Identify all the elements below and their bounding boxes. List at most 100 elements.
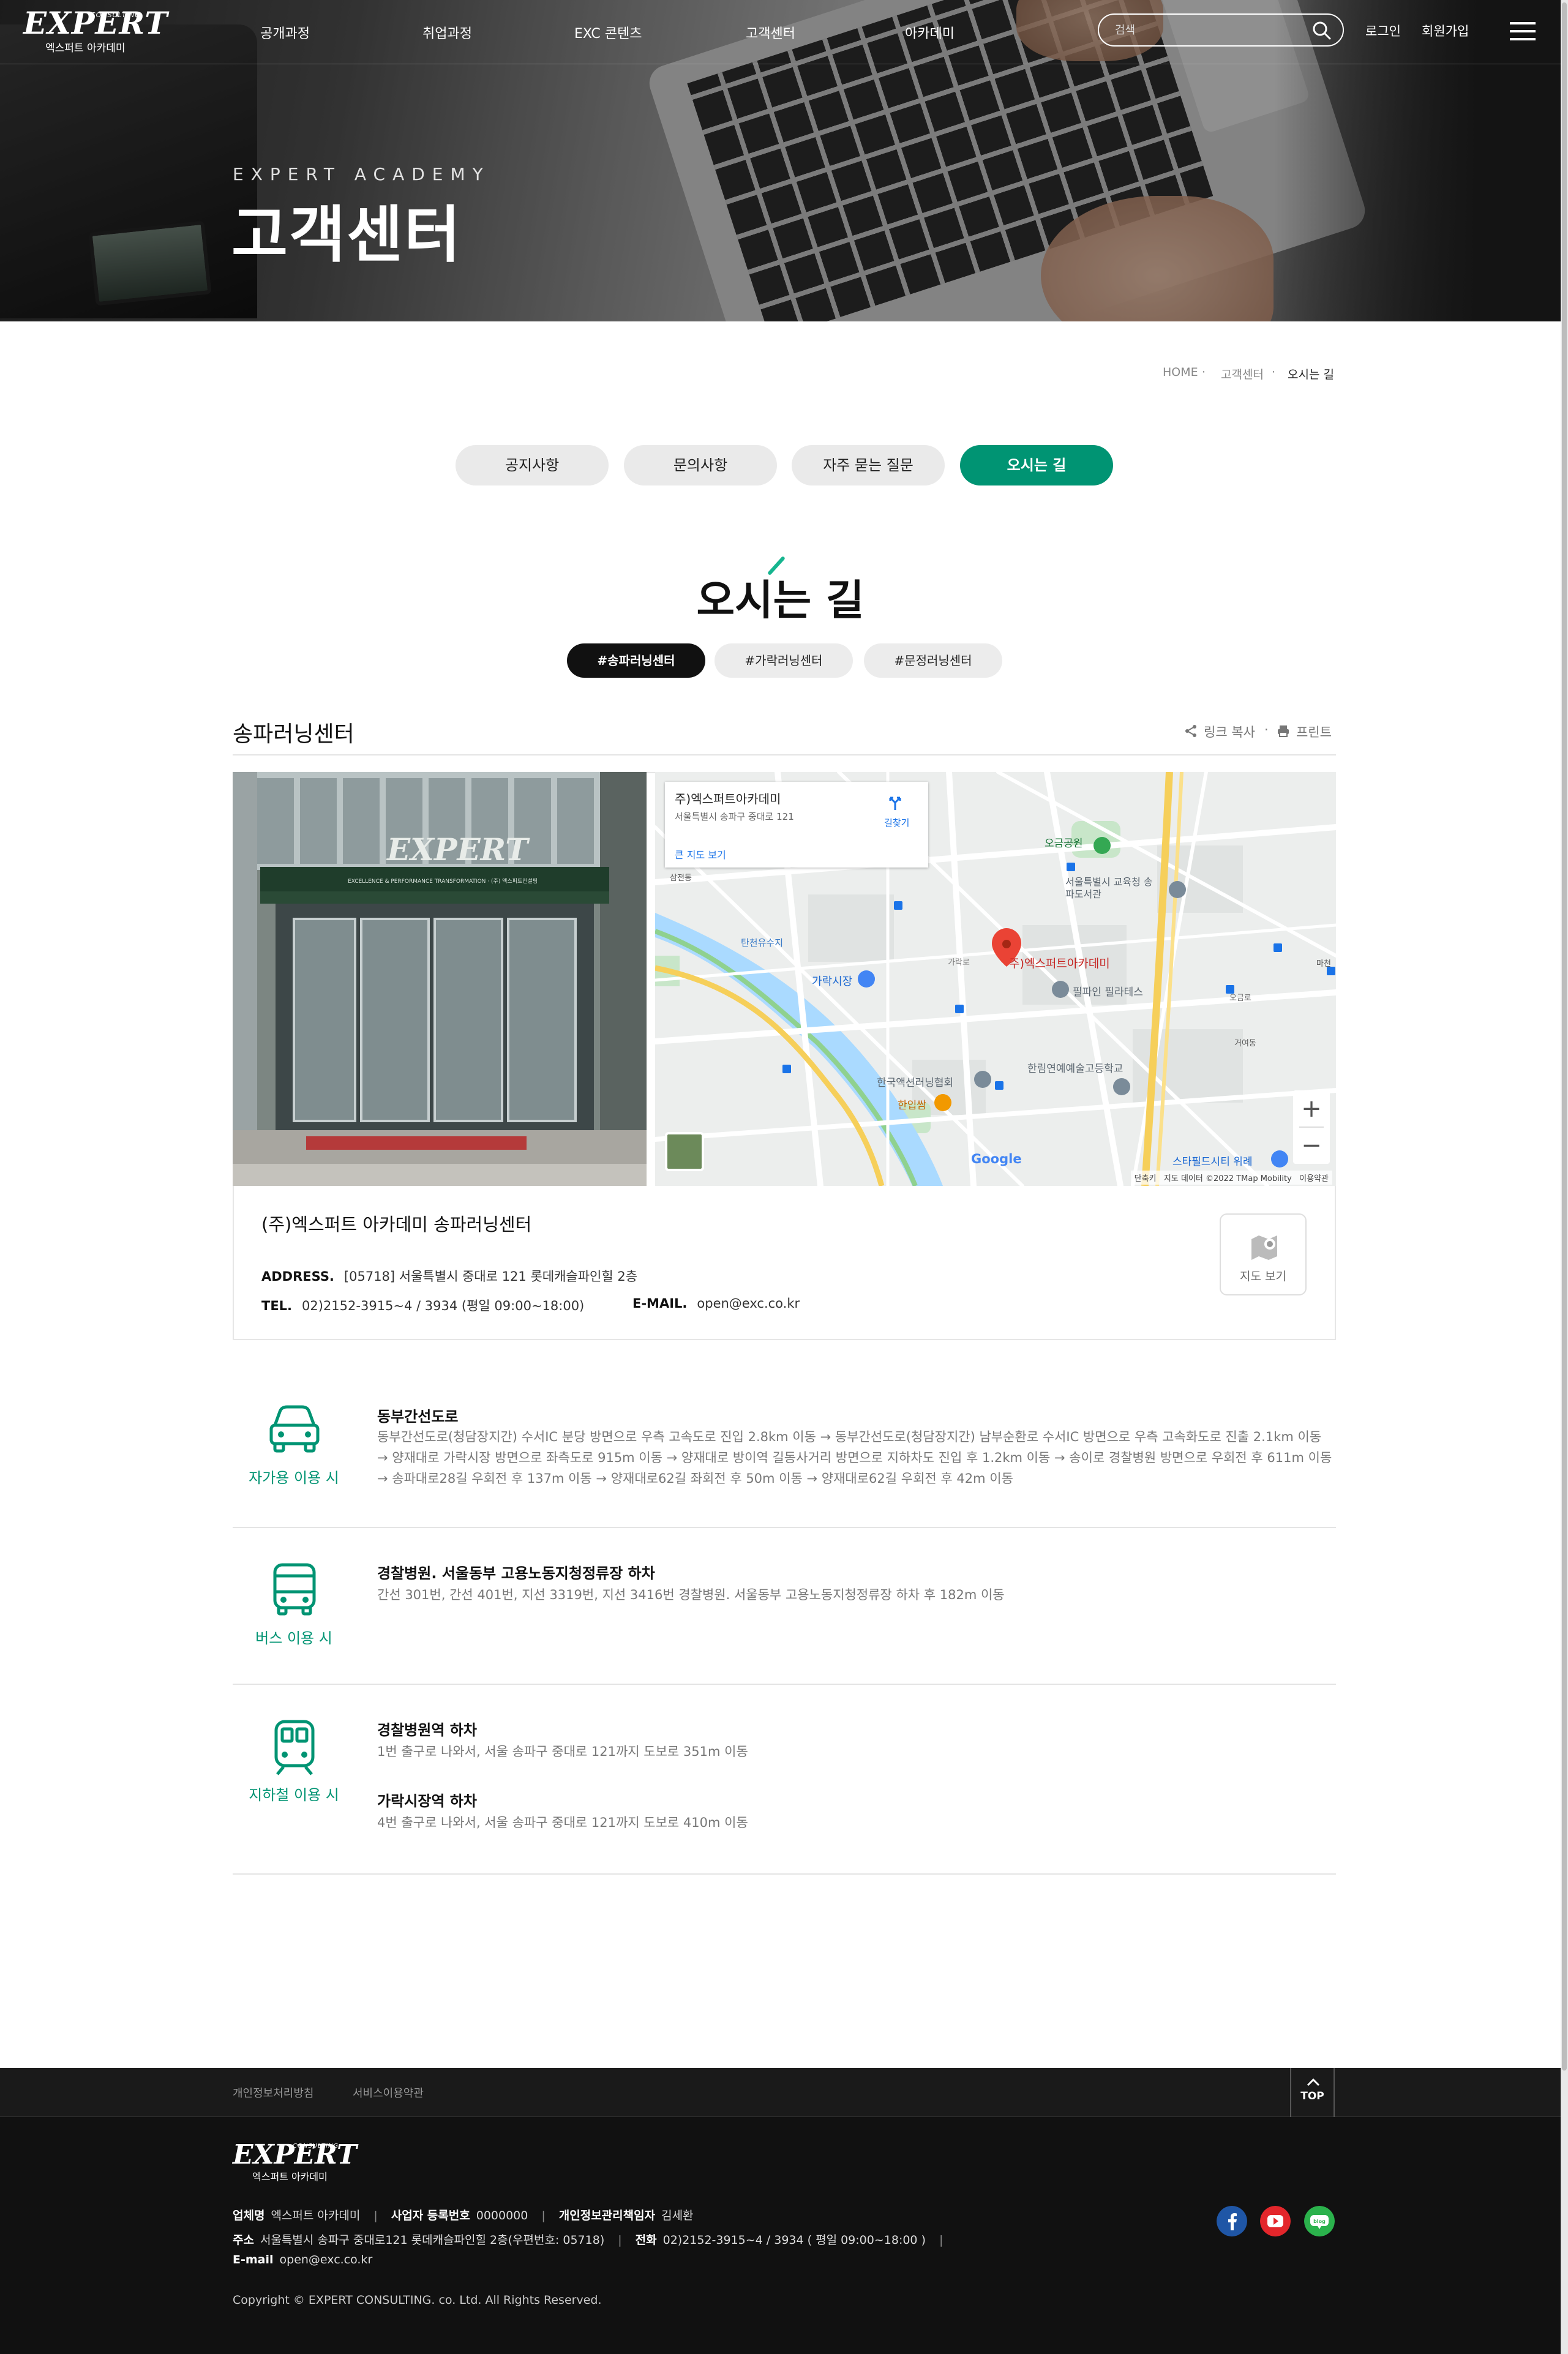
nav-exc-contents[interactable]: EXC 콘텐츠 bbox=[574, 23, 642, 42]
footer-copyright: Copyright © EXPERT CONSULTING. co. Ltd. … bbox=[233, 2293, 602, 2307]
map-copyright: 단축키 지도 데이터 ©2022 TMap Mobility 이용약관 bbox=[1130, 1171, 1332, 1185]
copy-link-button[interactable]: 링크 복사 bbox=[1204, 722, 1255, 741]
map-label: 가락로 bbox=[948, 958, 970, 967]
building-sign-sub: EXCELLENCE & PERFORMANCE TRANSFORMATION … bbox=[348, 879, 538, 885]
print-button[interactable]: 프린트 bbox=[1296, 722, 1332, 741]
google-map[interactable]: 오금공원 서울특별시 교육청 송파도서관 탄천유수지 가락시장 필파인 필라테스… bbox=[655, 772, 1336, 1186]
map-label: 스타필드시티 위례 bbox=[1172, 1156, 1253, 1168]
print-icon[interactable] bbox=[1277, 724, 1290, 738]
breadcrumb-current: 오시는 길 bbox=[1288, 368, 1334, 381]
page-scrollbar[interactable] bbox=[1561, 0, 1568, 2354]
route-description: 1번 출구로 나와서, 서울 송파구 중대로 121까지 도보로 351m 이동 bbox=[377, 1744, 748, 1759]
search-icon[interactable] bbox=[1312, 21, 1332, 40]
search-input[interactable] bbox=[1114, 21, 1297, 39]
center-email[interactable]: open@exc.co.kr bbox=[697, 1296, 800, 1311]
svg-text:blog: blog bbox=[1313, 2219, 1326, 2224]
map-label: 마천 bbox=[1316, 959, 1331, 969]
map-label: 한국액션러닝협회 bbox=[877, 1077, 954, 1089]
page-title: 오시는 길 bbox=[696, 577, 865, 625]
map-pin-icon bbox=[1251, 1235, 1277, 1260]
map-place-card: 주)엑스퍼트아카데미 서울특별시 송파구 중대로 121 큰 지도 보기 길찾기 bbox=[665, 782, 928, 868]
center-tel: 02)2152-3915~4 / 3934 (평일 09:00~18:00) bbox=[302, 1299, 585, 1313]
route-subway: 지하철 이용 시 경찰병원역 하차 1번 출구로 나와서, 서울 송파구 중대로… bbox=[233, 1685, 1336, 1875]
directions-icon[interactable] bbox=[887, 794, 904, 811]
map-label: 가락시장 bbox=[812, 975, 853, 988]
center-address: [05718] 서울특별시 중대로 121 롯데캐슬파인힐 2층 bbox=[343, 1269, 638, 1284]
nav-academy[interactable]: 아카데미 bbox=[905, 23, 955, 42]
join-link[interactable]: 회원가입 bbox=[1422, 21, 1469, 40]
route-bus-label: 버스 이용 시 bbox=[255, 1630, 332, 1647]
footer-company-info: 업체명 엑스퍼트 아카데미 | 사업자 등록번호 0000000 | 개인정보관리책임자 김세… bbox=[233, 2209, 694, 2222]
footer: CONSULTING EXPERT 엑스퍼트 아카데미 업체명 엑스퍼트 아카데미… bbox=[0, 2117, 1561, 2354]
route-title: 동부간선도로 bbox=[377, 1408, 459, 1425]
breadcrumb-customer-center[interactable]: 고객센터 bbox=[1221, 365, 1264, 382]
tab-faq[interactable]: 자주 묻는 질문 bbox=[792, 445, 945, 485]
nav-job-course[interactable]: 취업과정 bbox=[422, 23, 472, 42]
chip-songpa[interactable]: #송파러닝센터 bbox=[567, 643, 705, 678]
top-navigation-bar: CONSULTING EXPERT 엑스퍼트 아카데미 공개과정 취업과정 EX… bbox=[0, 0, 1568, 64]
tab-directions[interactable]: 오시는 길 bbox=[960, 445, 1113, 485]
map-label: 한입쌈 bbox=[898, 1100, 926, 1112]
route-bus: 버스 이용 시 경찰병원. 서울동부 고용노동지청정류장 하차 간선 301번,… bbox=[233, 1528, 1336, 1685]
map-zoom-in-button[interactable]: + bbox=[1293, 1093, 1330, 1125]
chip-garak[interactable]: #가락러닝센터 bbox=[715, 643, 853, 678]
youtube-icon[interactable] bbox=[1260, 2206, 1291, 2236]
map-marker-label[interactable]: 주)엑스퍼트아카데미 bbox=[1009, 954, 1110, 971]
building-photo: EXPERT EXCELLENCE & PERFORMANCE TRANSFOR… bbox=[233, 772, 647, 1186]
google-logo: Google bbox=[971, 1152, 1022, 1166]
scroll-top-button[interactable]: TOP bbox=[1290, 2068, 1335, 2117]
menu-icon[interactable] bbox=[1510, 22, 1536, 40]
site-logo[interactable]: CONSULTING EXPERT 엑스퍼트 아카데미 bbox=[23, 8, 168, 55]
chevron-up-icon bbox=[1307, 2078, 1320, 2086]
privacy-policy-link[interactable]: 개인정보처리방침 bbox=[233, 2085, 313, 2101]
footer-address-info: 주소 서울특별시 송파구 중대로121 롯데캐슬파인힐 2층(우편번호: 0571… bbox=[233, 2233, 943, 2247]
nav-public-course[interactable]: 공개과정 bbox=[260, 23, 310, 42]
map-label: 한림연예예술고등학교 bbox=[1027, 1063, 1123, 1075]
footer-email-info: E-mail open@exc.co.kr bbox=[233, 2253, 373, 2266]
map-large-view-link[interactable]: 큰 지도 보기 bbox=[675, 847, 726, 861]
map-label: 삼전동 bbox=[670, 874, 692, 883]
car-icon bbox=[269, 1405, 320, 1453]
login-link[interactable]: 로그인 bbox=[1365, 21, 1401, 40]
view-map-button[interactable]: 지도 보기 bbox=[1220, 1213, 1307, 1295]
route-title: 경찰병원. 서울동부 고용노동지청정류장 하차 bbox=[377, 1565, 655, 1582]
breadcrumb-home[interactable]: HOME bbox=[1163, 365, 1198, 379]
hero-eng-title: EXPERT ACADEMY bbox=[233, 164, 490, 184]
map-place-address: 서울특별시 송파구 중대로 121 bbox=[675, 811, 794, 822]
route-title: 경찰병원역 하차 bbox=[377, 1722, 477, 1739]
facebook-icon[interactable] bbox=[1217, 2206, 1247, 2236]
section-divider bbox=[233, 754, 1336, 755]
map-directions-button[interactable]: 길찾기 bbox=[884, 816, 909, 829]
map-place-name: 주)엑스퍼트아카데미 bbox=[675, 792, 781, 806]
blog-icon[interactable]: blog bbox=[1304, 2206, 1335, 2236]
center-name: (주)엑스퍼트 아카데미 송파러닝센터 bbox=[261, 1214, 532, 1235]
map-zoom-out-button[interactable]: − bbox=[1293, 1130, 1330, 1161]
tab-notice[interactable]: 공지사항 bbox=[456, 445, 609, 485]
route-car: 자가용 이용 시 동부간선도로 동부간선도로(청담장지간) 수서IC 분당 방면… bbox=[233, 1368, 1336, 1528]
subway-icon bbox=[274, 1720, 315, 1775]
map-label: 필파인 필라테스 bbox=[1073, 986, 1143, 999]
tab-inquiry[interactable]: 문의사항 bbox=[624, 445, 777, 485]
map-label: 서울특별시 교육청 송파도서관 bbox=[1065, 876, 1153, 900]
route-subway-label: 지하철 이용 시 bbox=[249, 1786, 339, 1804]
bus-icon bbox=[273, 1563, 316, 1616]
route-title: 가락시장역 하차 bbox=[377, 1793, 477, 1810]
map-layer-toggle[interactable] bbox=[666, 1133, 703, 1170]
terms-link[interactable]: 서비스이용약관 bbox=[353, 2085, 424, 2101]
map-label: 거여동 bbox=[1234, 1039, 1256, 1048]
hero-banner: CONSULTING EXPERT 엑스퍼트 아카데미 공개과정 취업과정 EX… bbox=[0, 0, 1568, 321]
map-label: 오금로 bbox=[1229, 994, 1251, 1003]
route-description: 간선 301번, 간선 401번, 지선 3319번, 지선 3416번 경찰병… bbox=[377, 1587, 1005, 1602]
chip-munjeong[interactable]: #문정러닝센터 bbox=[864, 643, 1002, 678]
building-sign: EXPERT bbox=[387, 831, 528, 868]
route-description: 4번 출구로 나와서, 서울 송파구 중대로 121까지 도보로 410m 이동 bbox=[377, 1815, 748, 1830]
hero-title: 고객센터 bbox=[231, 199, 462, 271]
route-description: 동부간선도로(청담장지간) 수서IC 분당 방면으로 우측 고속도로 진입 2.… bbox=[377, 1430, 1332, 1486]
map-label: 오금공원 bbox=[1045, 838, 1083, 850]
search-box bbox=[1098, 13, 1344, 47]
section-title: 송파러닝센터 bbox=[233, 722, 354, 747]
footer-logo: CONSULTING EXPERT 엑스퍼트 아카데미 bbox=[233, 2139, 357, 2183]
share-icon[interactable] bbox=[1184, 724, 1198, 738]
route-car-label: 자가용 이용 시 bbox=[249, 1469, 339, 1486]
nav-customer-center[interactable]: 고객센터 bbox=[746, 23, 795, 42]
